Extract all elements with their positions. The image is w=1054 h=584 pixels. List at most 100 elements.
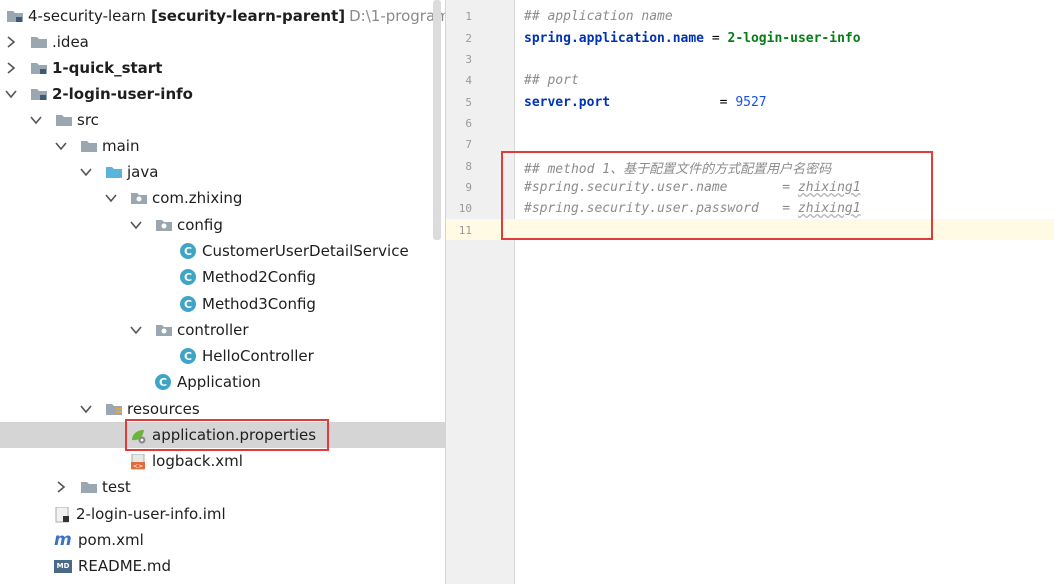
chevron-right-icon[interactable]	[4, 35, 18, 49]
chevron-down-icon[interactable]	[129, 323, 143, 337]
tree-item-label: .idea	[52, 33, 89, 51]
chevron-down-icon[interactable]	[54, 139, 68, 153]
tree-item-class-customeruserdetailservice[interactable]: C CustomerUserDetailService	[0, 238, 445, 264]
code-line-5[interactable]: server.port = 9527	[524, 95, 767, 110]
package-icon	[130, 191, 148, 205]
code-line-1[interactable]: ## application name	[524, 9, 673, 24]
module-folder-icon	[30, 61, 48, 75]
tree-item-pom-xml[interactable]: m pom.xml	[0, 527, 445, 553]
package-icon	[155, 323, 173, 337]
tree-item-label: pom.xml	[78, 531, 144, 549]
project-tree: 4-security-learn [security-learn-parent]…	[0, 0, 446, 584]
tree-item-label: Application	[177, 373, 261, 391]
tree-item-label: java	[127, 163, 159, 181]
chevron-down-icon[interactable]	[104, 191, 118, 205]
tree-item-label: README.md	[78, 557, 172, 575]
code-line-2[interactable]: spring.application.name = 2-login-user-i…	[524, 31, 861, 46]
tree-item-login-user-info[interactable]: 2-login-user-info	[0, 81, 445, 107]
tree-root[interactable]: 4-security-learn [security-learn-parent]…	[0, 3, 445, 29]
tree-item-label: HelloController	[202, 347, 314, 365]
tree-item-package-config[interactable]: config	[0, 212, 445, 238]
line-number: 7	[465, 138, 472, 151]
tree-item-quick-start[interactable]: 1-quick_start	[0, 55, 445, 81]
tree-item-label: 2-login-user-info.iml	[76, 505, 226, 523]
tree-item-test[interactable]: test	[0, 474, 445, 500]
property-value: 2-login-user-info	[727, 31, 861, 46]
equals-sign: =	[704, 31, 728, 46]
xml-file-icon: <>	[130, 454, 148, 470]
line-number: 9	[465, 181, 472, 194]
tree-item-label: resources	[127, 400, 200, 418]
spring-boot-class-icon: C	[155, 374, 171, 390]
folder-icon	[30, 35, 48, 49]
editor-area[interactable]	[515, 0, 1054, 584]
tree-item-iml-file[interactable]: 2-login-user-info.iml	[0, 501, 445, 527]
tree-item-label: config	[177, 216, 223, 234]
root-name: 4-security-learn	[28, 7, 146, 25]
tree-item-src[interactable]: src	[0, 107, 445, 133]
tree-item-label: CustomerUserDetailService	[202, 242, 409, 260]
folder-icon	[80, 480, 98, 494]
iml-file-icon	[54, 507, 72, 523]
chevron-right-icon[interactable]	[54, 480, 68, 494]
code-line-4[interactable]: ## port	[524, 73, 579, 88]
class-icon: C	[180, 269, 196, 285]
class-icon: C	[180, 243, 196, 259]
tree-item-logback-xml[interactable]: <> logback.xml	[0, 448, 445, 474]
tree-item-java[interactable]: java	[0, 159, 445, 185]
tree-item-label: test	[102, 478, 131, 496]
class-icon: C	[180, 296, 196, 312]
root-path: D:\1-programme	[349, 7, 445, 25]
tree-item-class-method2config[interactable]: C Method2Config	[0, 264, 445, 290]
tree-item-label: Method2Config	[202, 268, 316, 286]
module-folder-icon	[6, 9, 24, 23]
svg-text:<>: <>	[133, 463, 143, 470]
tree-item-idea[interactable]: .idea	[0, 29, 445, 55]
tree-item-class-hellocontroller[interactable]: C HelloController	[0, 343, 445, 369]
tree-item-label: 1-quick_start	[52, 59, 163, 77]
tree-item-class-method3config[interactable]: C Method3Config	[0, 291, 445, 317]
property-key: server.port	[524, 95, 611, 110]
line-number: 10	[458, 202, 472, 215]
tree-item-main[interactable]: main	[0, 133, 445, 159]
line-number: 8	[465, 160, 472, 173]
tree-item-package-com-zhixing[interactable]: com.zhixing	[0, 185, 445, 211]
chevron-down-icon[interactable]	[4, 87, 18, 101]
markdown-icon: MD	[54, 559, 72, 573]
chevron-down-icon[interactable]	[79, 165, 93, 179]
package-icon	[155, 218, 173, 232]
tree-item-label: main	[102, 137, 140, 155]
line-number: 2	[465, 32, 472, 45]
maven-icon: m	[54, 530, 72, 550]
line-number: 4	[465, 74, 472, 87]
line-number: 3	[465, 53, 472, 66]
highlight-box-file	[125, 419, 329, 451]
tree-item-class-application[interactable]: C Application	[0, 369, 445, 395]
tree-item-label: logback.xml	[152, 452, 243, 470]
property-value: 9527	[735, 95, 767, 110]
tree-item-label: com.zhixing	[152, 189, 243, 207]
tree-item-label: controller	[177, 321, 249, 339]
tree-item-label: 2-login-user-info	[52, 85, 193, 103]
tree-item-package-controller[interactable]: controller	[0, 317, 445, 343]
line-number: 5	[465, 96, 472, 109]
line-number: 1	[465, 10, 472, 23]
chevron-down-icon[interactable]	[29, 113, 43, 127]
comment: ## port	[524, 73, 579, 88]
chevron-down-icon[interactable]	[129, 218, 143, 232]
equals-sign: =	[610, 95, 736, 110]
property-key: spring.application.name	[524, 31, 705, 46]
folder-icon	[55, 113, 73, 127]
chevron-down-icon[interactable]	[79, 402, 93, 416]
tree-item-label: Method3Config	[202, 295, 316, 313]
class-icon: C	[180, 348, 196, 364]
editor-gutter	[446, 0, 515, 584]
root-module: [security-learn-parent]	[151, 7, 346, 25]
source-folder-icon	[105, 165, 123, 179]
highlight-box-config	[501, 151, 933, 240]
resources-folder-icon	[105, 402, 123, 416]
tree-item-readme[interactable]: MD README.md	[0, 553, 445, 579]
chevron-right-icon[interactable]	[4, 61, 18, 75]
module-folder-icon	[30, 87, 48, 101]
tree-scrollbar[interactable]	[433, 0, 441, 240]
